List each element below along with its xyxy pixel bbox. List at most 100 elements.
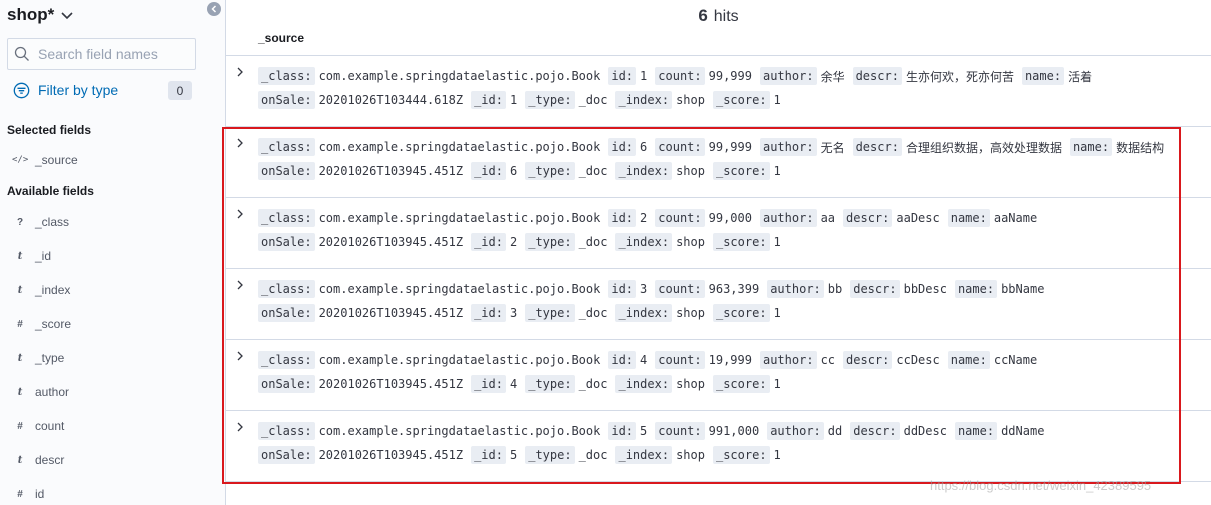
field-value: 活着 xyxy=(1068,69,1093,84)
field-key: count: xyxy=(655,209,705,227)
field-value: 99,999 xyxy=(708,140,752,154)
document-source-line: _class: com.example.springdataelastic.poj… xyxy=(258,280,1052,298)
field-value: 3 xyxy=(640,282,648,296)
field-key: descr: xyxy=(850,280,900,298)
document-source-line: onSale: 20201026T103945.451Z _id: 2 _type: _d… xyxy=(258,233,789,251)
chevron-right-icon[interactable] xyxy=(234,421,246,433)
chevron-right-icon[interactable] xyxy=(234,137,246,149)
field-name: descr xyxy=(35,453,65,467)
number-type-icon: # xyxy=(17,420,23,432)
field-name: _type xyxy=(35,351,65,365)
field-value: 1 xyxy=(773,448,781,462)
field-value: ccDesc xyxy=(896,353,940,367)
field-name: author xyxy=(35,385,70,399)
field-value: 20201026T103945.451Z xyxy=(318,235,464,249)
field-key: _type: xyxy=(525,91,575,109)
field-key: onSale: xyxy=(258,162,315,180)
field-value: com.example.springdataelastic.pojo.Book xyxy=(318,140,601,154)
field-value: com.example.springdataelastic.pojo.Book xyxy=(318,211,601,225)
field-item-score[interactable]: # _score xyxy=(12,315,71,333)
table-row[interactable]: _class: com.example.springdataelastic.poj… xyxy=(226,411,1211,482)
document-source-line: _class: com.example.springdataelastic.poj… xyxy=(258,422,1052,440)
field-value: com.example.springdataelastic.pojo.Book xyxy=(318,69,601,83)
field-item-source[interactable]: </> _source xyxy=(12,151,78,169)
field-key: name: xyxy=(954,280,998,298)
chevron-right-icon[interactable] xyxy=(234,66,246,78)
field-name: _index xyxy=(35,283,71,297)
field-value: shop xyxy=(676,235,705,249)
hits-label: hits xyxy=(713,8,739,25)
field-key: _class: xyxy=(258,280,315,298)
table-row[interactable]: _class: com.example.springdataelastic.poj… xyxy=(226,127,1211,198)
field-value: bbDesc xyxy=(903,282,947,296)
field-item-count[interactable]: # count xyxy=(12,417,64,435)
filter-count-badge: 0 xyxy=(168,81,192,100)
field-name: _score xyxy=(35,317,72,331)
table-row[interactable]: _class: com.example.springdataelastic.poj… xyxy=(226,56,1211,127)
field-value: ccName xyxy=(993,353,1038,367)
field-item-author[interactable]: t author xyxy=(12,383,69,401)
field-value: 1 xyxy=(509,93,518,107)
field-key: _id: xyxy=(471,304,506,322)
field-key: onSale: xyxy=(258,91,315,109)
field-value: 6 xyxy=(509,164,518,178)
table-row[interactable]: _class: com.example.springdataelastic.poj… xyxy=(226,340,1211,411)
field-value: _doc xyxy=(578,377,608,391)
field-item-type[interactable]: t _type xyxy=(12,349,65,367)
field-value: com.example.springdataelastic.pojo.Book xyxy=(318,424,601,438)
field-value: _doc xyxy=(578,93,608,107)
field-value: 1 xyxy=(773,93,781,107)
field-value: _doc xyxy=(578,235,608,249)
document-source-line: _class: com.example.springdataelastic.poj… xyxy=(258,351,1045,369)
field-key: id: xyxy=(608,209,637,227)
filter-by-type-button[interactable]: Filter by type xyxy=(13,80,118,100)
field-key: descr: xyxy=(852,138,902,156)
search-field-names-input[interactable] xyxy=(38,46,188,62)
string-type-icon: t xyxy=(17,250,23,262)
field-key: count: xyxy=(655,351,705,369)
field-item-class[interactable]: ? _class xyxy=(12,213,69,231)
document-source-line: onSale: 20201026T103444.618Z _id: 1 _type: _d… xyxy=(258,91,789,109)
number-type-icon: # xyxy=(17,318,23,330)
chevron-right-icon[interactable] xyxy=(234,350,246,362)
field-key: count: xyxy=(655,138,705,156)
field-value: 1 xyxy=(773,235,781,249)
field-item-id-field[interactable]: # id xyxy=(12,485,44,503)
chevron-right-icon[interactable] xyxy=(234,279,246,291)
field-key: _type: xyxy=(525,446,575,464)
table-row[interactable]: _class: com.example.springdataelastic.poj… xyxy=(226,269,1211,340)
index-pattern-selector[interactable]: shop* xyxy=(7,4,74,26)
field-key: count: xyxy=(655,67,705,85)
document-source-line: _class: com.example.springdataelastic.poj… xyxy=(258,67,1100,85)
field-key: onSale: xyxy=(258,446,315,464)
field-item-descr[interactable]: t descr xyxy=(12,451,65,469)
hits-count: 6 xyxy=(698,6,708,25)
field-value: bb xyxy=(827,282,843,296)
field-key: _score: xyxy=(712,233,770,251)
field-value: shop xyxy=(676,306,705,320)
field-key: _index: xyxy=(615,91,673,109)
arrow-left-circle-icon xyxy=(211,5,217,13)
field-value: aaName xyxy=(993,211,1038,225)
field-value: 生亦何欢，死亦何苦 xyxy=(905,69,1014,84)
field-item-index[interactable]: t _index xyxy=(12,281,71,299)
field-key: _class: xyxy=(258,209,315,227)
string-type-icon: t xyxy=(17,352,23,364)
field-value: 991,000 xyxy=(708,424,760,438)
field-value: 20201026T103945.451Z xyxy=(318,448,464,462)
document-source-line: onSale: 20201026T103945.451Z _id: 4 _type: _d… xyxy=(258,375,789,393)
collapse-sidebar-button[interactable] xyxy=(207,2,221,16)
field-item-id[interactable]: t _id xyxy=(12,247,51,265)
field-key: _index: xyxy=(615,162,673,180)
field-key: count: xyxy=(655,422,705,440)
table-row[interactable]: _class: com.example.springdataelastic.poj… xyxy=(226,198,1211,269)
field-value: 20201026T103945.451Z xyxy=(318,164,464,178)
field-key: _class: xyxy=(258,351,315,369)
field-search-box[interactable] xyxy=(7,38,196,70)
document-source-line: _class: com.example.springdataelastic.poj… xyxy=(258,138,1172,156)
chevron-right-icon[interactable] xyxy=(234,208,246,220)
field-value: 99,000 xyxy=(708,211,752,225)
field-key: _index: xyxy=(615,304,673,322)
source-column-header[interactable]: _source xyxy=(258,31,304,45)
field-name: _source xyxy=(35,153,78,167)
